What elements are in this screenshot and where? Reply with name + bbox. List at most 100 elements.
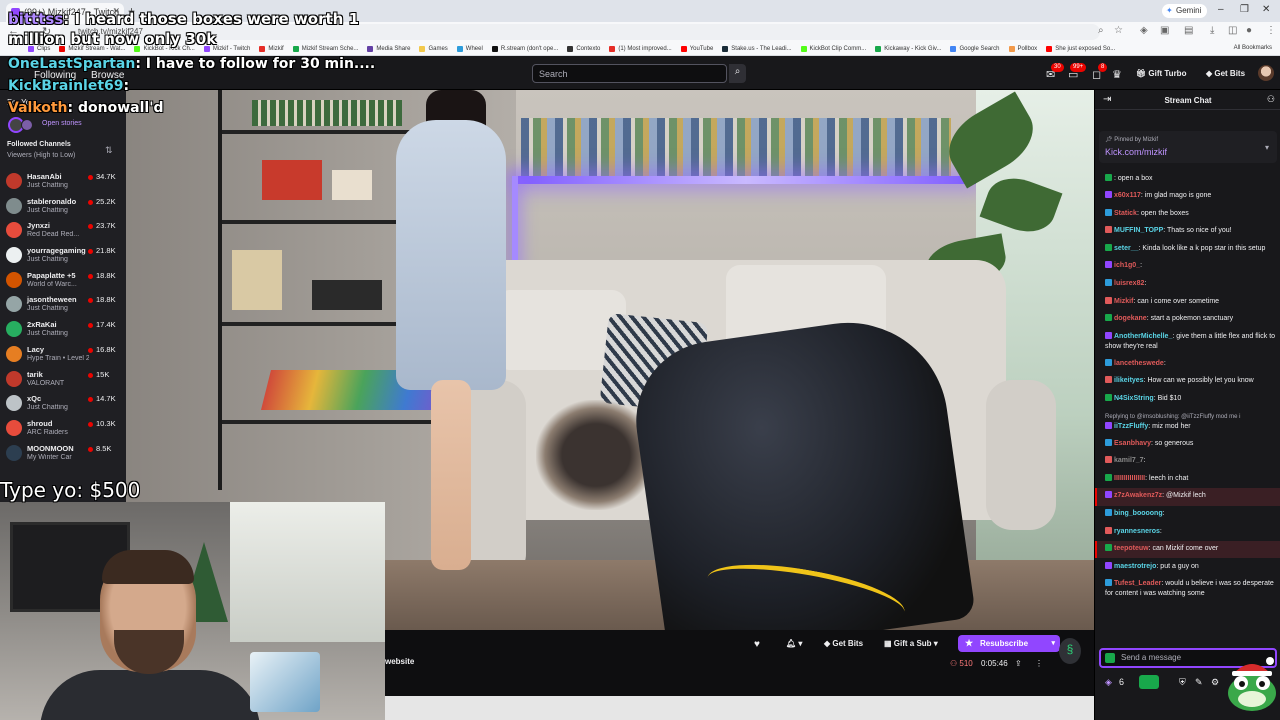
download-icon[interactable]: ⤓ bbox=[1210, 25, 1214, 36]
chat-username[interactable]: ilikeityes bbox=[1114, 377, 1144, 384]
chat-message[interactable]: bing_boooong: bbox=[1095, 506, 1280, 524]
chat-username[interactable]: AnotherMichelle_ bbox=[1114, 333, 1172, 340]
chat-message[interactable]: luisrex82: bbox=[1095, 276, 1280, 294]
followed-channel-item[interactable]: jasontheween Just Chatting 18.8K bbox=[0, 293, 126, 318]
website-label[interactable]: website bbox=[385, 657, 414, 666]
close-window-icon[interactable]: ✕ bbox=[1262, 4, 1270, 15]
chat-message[interactable]: AnotherMichelle_: give them a little fle… bbox=[1095, 328, 1280, 355]
browser-menu-icon[interactable]: ⋮ bbox=[1266, 25, 1276, 36]
chat-message[interactable]: x60x117: im glad mago is gone bbox=[1095, 188, 1280, 206]
minimize-icon[interactable]: – bbox=[1218, 4, 1224, 15]
chat-message[interactable]: z7zAwakenz7z: @Mizkif lech bbox=[1095, 487, 1280, 506]
bonus-chest-button[interactable] bbox=[1139, 675, 1159, 689]
followed-channel-item[interactable]: xQc Just Chatting 14.7K bbox=[0, 392, 126, 417]
bookmark-item[interactable]: Games bbox=[419, 45, 448, 52]
search-input[interactable]: Search bbox=[532, 64, 727, 83]
chat-message[interactable]: ich1g0_: bbox=[1095, 258, 1280, 276]
maximize-icon[interactable]: ❐ bbox=[1240, 4, 1249, 15]
chat-username[interactable]: teepoteuw bbox=[1114, 545, 1149, 552]
chat-username[interactable]: Mizkif bbox=[1114, 298, 1133, 305]
chat-message[interactable]: IIIIIIIIIIIIIIII: leech in chat bbox=[1095, 470, 1280, 488]
chat-username[interactable]: bing_boooong bbox=[1114, 510, 1163, 517]
chat-username[interactable]: IIIIIIIIIIIIIIII bbox=[1114, 475, 1145, 482]
user-avatar[interactable] bbox=[1258, 65, 1274, 81]
more-options-icon[interactable]: ⋮ bbox=[1035, 659, 1043, 668]
bookmark-item[interactable]: Mizkif Stream Sche... bbox=[292, 45, 358, 52]
followed-channel-item[interactable]: shroud ARC Raiders 10.3K bbox=[0, 417, 126, 442]
chat-username[interactable]: z7zAwakenz7z bbox=[1114, 492, 1162, 499]
chat-message[interactable]: Statick: open the boxes bbox=[1095, 205, 1280, 223]
pinned-message[interactable]: 📌︎ Pinned by Mizkif Kick.com/mizkif ▾ bbox=[1099, 131, 1277, 163]
users-icon[interactable]: ⚇ bbox=[1267, 94, 1275, 105]
chat-message[interactable]: N4SixString: Bid $10 bbox=[1095, 391, 1280, 409]
gift-turbo-button[interactable]: 🎁︎ Gift Turbo bbox=[1136, 69, 1186, 78]
followed-channel-item[interactable]: MOONMOON My Winter Car 8.5K bbox=[0, 442, 126, 467]
prime-crown-icon[interactable]: ♛ bbox=[1112, 68, 1122, 81]
sidepanel-icon[interactable]: ▤ bbox=[1184, 25, 1193, 36]
followed-channel-item[interactable]: HasanAbi Just Chatting 34.7K bbox=[0, 170, 126, 195]
get-bits-button[interactable]: ◆ Get Bits bbox=[1206, 69, 1245, 78]
share-icon[interactable]: ⇪ bbox=[1015, 659, 1022, 668]
chat-message[interactable]: dogekane: start a pokemon sanctuary bbox=[1095, 311, 1280, 329]
split-icon[interactable]: ◫ bbox=[1228, 25, 1237, 36]
bookmark-item[interactable]: Mizkif bbox=[259, 45, 284, 52]
chat-username[interactable]: ryannesneros bbox=[1114, 528, 1160, 535]
followed-channel-item[interactable]: Lacy Hype Train • Level 2 16.8K bbox=[0, 343, 126, 368]
bookmark-item[interactable]: (1) Most improved... bbox=[609, 45, 672, 52]
bookmark-star-icon[interactable]: ☆ bbox=[1114, 25, 1123, 36]
chat-message[interactable]: Tufest_Leader: would u believe i was so … bbox=[1095, 576, 1280, 603]
open-stories-button[interactable]: Open stories bbox=[6, 117, 118, 133]
extensions-puzzle-icon[interactable]: ▣ bbox=[1160, 25, 1169, 36]
search-button[interactable]: ⌕ bbox=[729, 64, 746, 83]
chat-username[interactable]: seter__ bbox=[1114, 245, 1139, 252]
bookmark-item[interactable]: Pollbox bbox=[1008, 45, 1037, 52]
all-bookmarks-button[interactable]: All Bookmarks bbox=[1234, 45, 1272, 51]
followed-channel-item[interactable]: Papaplatte +5 World of Warc... 18.8K bbox=[0, 269, 126, 294]
gift-sub-button[interactable]: ▦ Gift a Sub ▾ bbox=[884, 635, 938, 652]
chat-username[interactable]: Statick bbox=[1114, 210, 1137, 217]
gemini-button[interactable]: ✦ Gemini bbox=[1162, 4, 1208, 18]
bookmark-item[interactable]: Stake.us - The Leadi... bbox=[722, 45, 792, 52]
bookmark-item[interactable]: KickBot Clip Comm... bbox=[800, 45, 866, 52]
followed-channel-item[interactable]: Jynxzi Red Dead Red... 23.7K bbox=[0, 219, 126, 244]
bookmark-item[interactable]: Wheel bbox=[456, 45, 483, 52]
chat-username[interactable]: Tufest_Leader bbox=[1114, 580, 1161, 587]
chevron-down-icon[interactable]: ▾ bbox=[1265, 143, 1269, 152]
chat-username[interactable]: kamil7_7 bbox=[1114, 457, 1144, 464]
profile-icon[interactable]: ● bbox=[1246, 25, 1252, 36]
chat-message[interactable]: MUFFIN_TOPP: Thats so nice of you! bbox=[1095, 223, 1280, 241]
mod-tools-icon[interactable]: ✎ bbox=[1195, 677, 1203, 688]
chat-message[interactable]: seter__: Kinda look like a k pop star in… bbox=[1095, 240, 1280, 258]
bookmark-item[interactable]: She just exposed So... bbox=[1046, 45, 1115, 52]
chat-message[interactable]: maestrotrejo: put a guy on bbox=[1095, 558, 1280, 576]
zoom-icon[interactable]: ⌕ bbox=[1098, 25, 1104, 36]
bookmark-item[interactable]: Google Search bbox=[950, 45, 1000, 52]
sort-icon[interactable]: ⇅ bbox=[105, 145, 113, 156]
bookmark-item[interactable]: Contexto bbox=[567, 45, 600, 52]
chat-message[interactable]: ryannesneros: bbox=[1095, 523, 1280, 541]
chat-username[interactable]: MUFFIN_TOPP bbox=[1114, 227, 1163, 234]
chat-username[interactable]: luisrex82 bbox=[1114, 280, 1144, 287]
chat-message[interactable]: teepoteuw: can Mizkif come over bbox=[1095, 540, 1280, 559]
followed-channel-item[interactable]: tarik VALORANT 15K bbox=[0, 368, 126, 393]
chat-username[interactable]: x60x117 bbox=[1114, 192, 1141, 199]
chat-message[interactable]: Esanbhavy: so generous bbox=[1095, 435, 1280, 453]
chat-username[interactable]: N4SixString bbox=[1114, 395, 1154, 402]
resubscribe-button[interactable]: ★ Resubscribe ▾ bbox=[958, 635, 1060, 652]
extension-icon[interactable]: ◈ bbox=[1140, 25, 1148, 36]
chat-username[interactable]: Esanbhavy bbox=[1114, 440, 1151, 447]
follow-heart-icon[interactable]: ♥ bbox=[754, 635, 760, 652]
chat-message[interactable]: : open a box bbox=[1095, 170, 1280, 188]
chat-username[interactable]: ich1g0_ bbox=[1114, 262, 1140, 269]
chat-message[interactable]: kamil7_7: bbox=[1095, 453, 1280, 471]
chat-username[interactable]: iiTzzFluffy bbox=[1114, 423, 1148, 430]
bookmark-item[interactable]: YouTube bbox=[680, 45, 713, 52]
chat-message[interactable]: Mizkif: can i come over sometime bbox=[1095, 293, 1280, 311]
channel-points-icon[interactable]: ◈ bbox=[1105, 677, 1112, 688]
chat-username[interactable]: lancetheswede bbox=[1114, 360, 1164, 367]
chat-username[interactable]: dogekane bbox=[1114, 315, 1147, 322]
bookmark-item[interactable]: Kickaway - Kick Giv... bbox=[875, 45, 941, 52]
followed-channel-item[interactable]: stableronaldo Just Chatting 25.2K bbox=[0, 195, 126, 220]
chat-username[interactable]: maestrotrejo bbox=[1114, 563, 1156, 570]
mod-shield-icon[interactable]: ⛨ bbox=[1179, 677, 1186, 688]
